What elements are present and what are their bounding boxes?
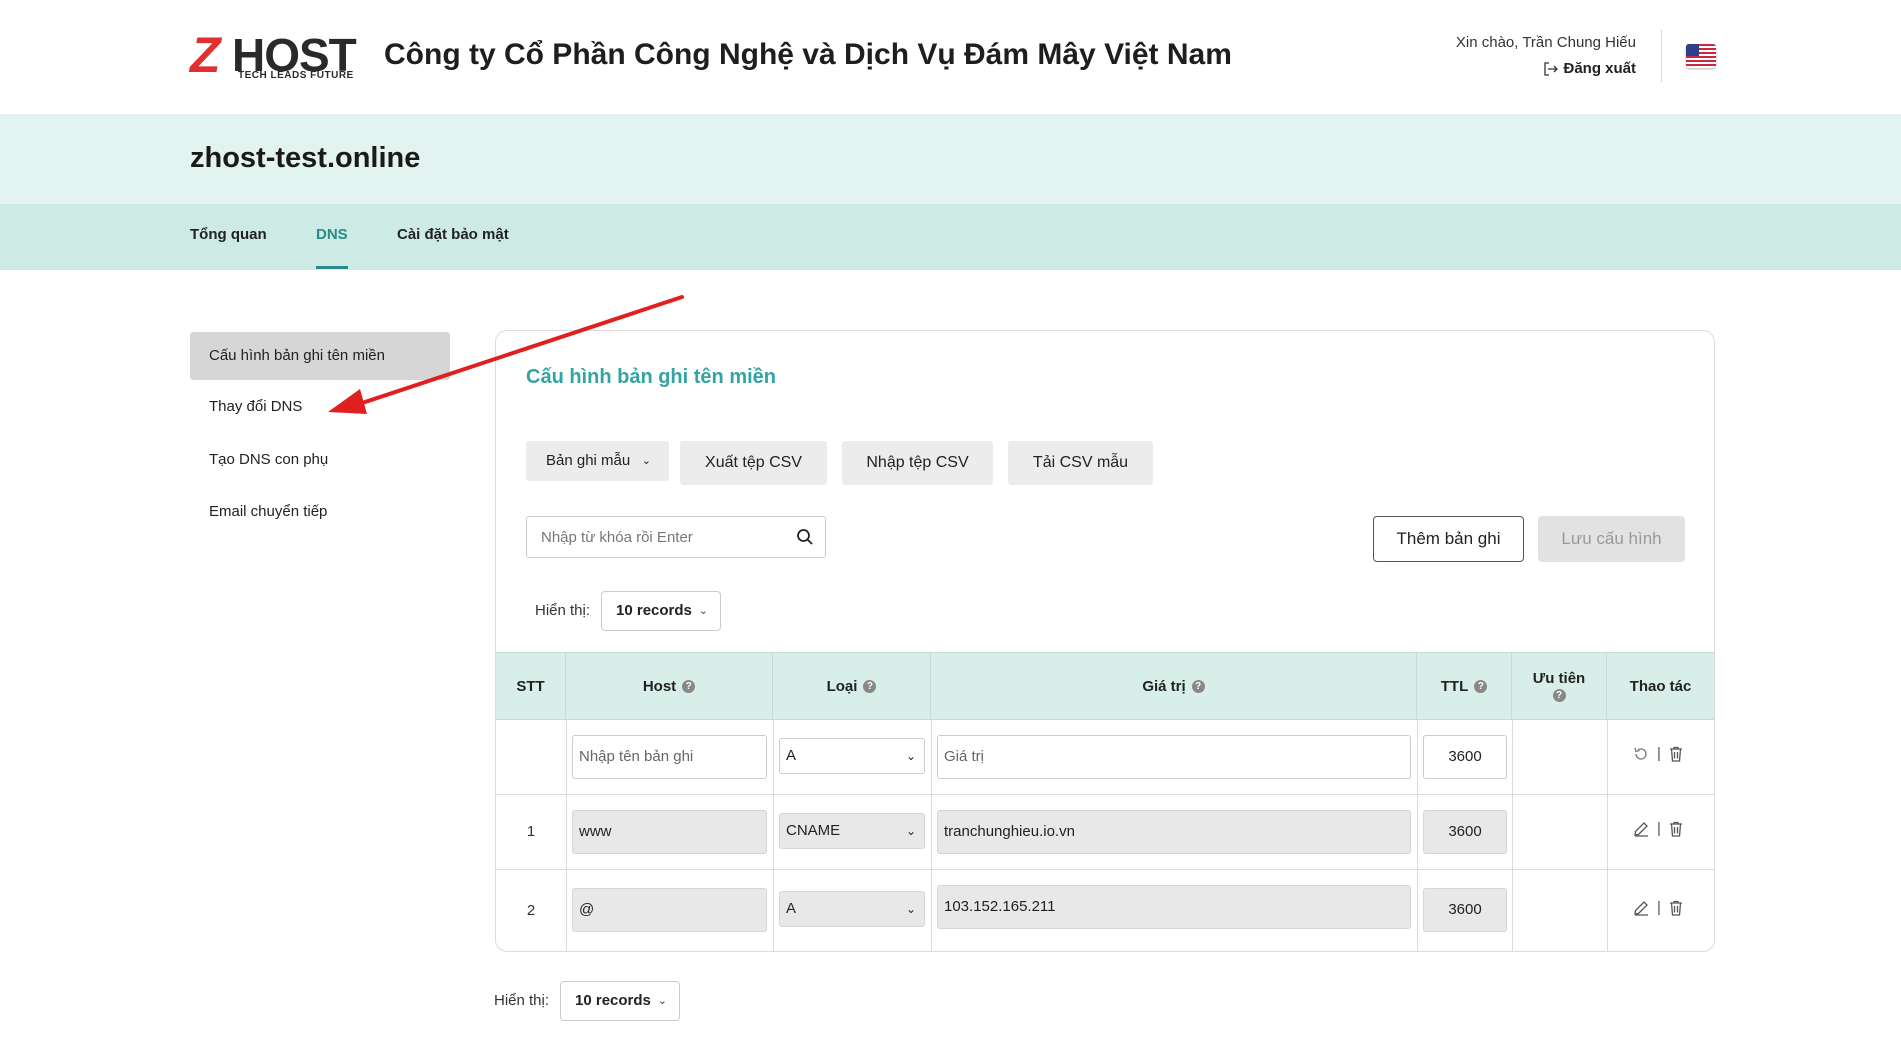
- active-tab-indicator: [316, 266, 348, 269]
- help-icon[interactable]: ?: [1474, 679, 1488, 693]
- chevron-down-icon: ⌄: [657, 995, 667, 1007]
- logout-link[interactable]: Đăng xuất: [1543, 60, 1636, 77]
- logout-icon: [1544, 61, 1559, 76]
- col-stt: STT: [496, 653, 566, 719]
- help-icon[interactable]: ?: [682, 679, 696, 693]
- value-input[interactable]: 103.152.165.211: [937, 885, 1411, 929]
- chevron-down-icon: ⌄: [905, 902, 916, 916]
- col-host: Host?: [566, 653, 773, 719]
- logo-tagline: TECH LEADS FUTURE: [238, 70, 354, 81]
- help-icon[interactable]: ?: [1552, 689, 1566, 702]
- edit-icon[interactable]: [1633, 900, 1649, 916]
- host-input[interactable]: @: [572, 888, 767, 932]
- company-name: Công ty Cổ Phần Công Nghệ và Dịch Vụ Đám…: [384, 38, 1232, 71]
- header-divider: [1661, 30, 1662, 82]
- new-ttl-input[interactable]: 3600: [1423, 735, 1507, 779]
- top-header: Z HOST TECH LEADS FUTURE Công ty Cổ Phần…: [0, 0, 1901, 114]
- new-row-actions: |: [1633, 745, 1683, 762]
- value-input[interactable]: tranchunghieu.io.vn: [937, 810, 1411, 854]
- page-size-value: 10 records: [616, 602, 692, 619]
- host-input[interactable]: www: [572, 810, 767, 854]
- footer-page-size-label: Hiển thị:: [494, 992, 550, 1009]
- save-config-button[interactable]: Lưu cấu hình: [1538, 516, 1685, 562]
- template-record-dropdown[interactable]: Bản ghi mẫu ⌄: [526, 441, 669, 481]
- new-host-input[interactable]: Nhập tên bản ghi: [572, 735, 767, 779]
- trash-icon[interactable]: [1669, 746, 1683, 762]
- type-select[interactable]: A ⌄: [779, 891, 925, 927]
- action-separator: |: [1657, 820, 1661, 837]
- trash-icon[interactable]: [1669, 821, 1683, 837]
- tabs-bar: [0, 204, 1901, 270]
- logout-label: Đăng xuất: [1563, 60, 1636, 77]
- template-record-label: Bản ghi mẫu: [546, 452, 631, 469]
- table-header: STT Host? Loại? Giá trị? TTL? Ưu tiên? T…: [496, 652, 1714, 720]
- logo-mark: Z: [190, 27, 220, 83]
- tab-dns[interactable]: DNS: [316, 226, 348, 243]
- col-actions: Thao tác: [1629, 677, 1692, 695]
- chevron-down-icon: ⌄: [641, 455, 651, 467]
- action-separator: |: [1657, 899, 1661, 916]
- ttl-input[interactable]: 3600: [1423, 810, 1507, 854]
- chevron-down-icon: ⌄: [905, 749, 916, 763]
- search-box: [526, 516, 826, 558]
- page-size-select[interactable]: 10 records ⌄: [601, 591, 721, 631]
- tab-security-settings[interactable]: Cài đặt bảo mật: [397, 226, 509, 243]
- footer-page-size-select[interactable]: 10 records ⌄: [560, 981, 680, 1021]
- sidebar-item-record-config[interactable]: Cấu hình bản ghi tên miền: [190, 332, 450, 380]
- row-stt: 2: [526, 902, 536, 919]
- panel-title: Cấu hình bản ghi tên miền: [526, 366, 776, 388]
- type-select[interactable]: CNAME ⌄: [779, 813, 925, 849]
- user-greeting: Xin chào, Trần Chung Hiếu: [1455, 34, 1636, 51]
- domain-title: zhost-test.online: [190, 142, 421, 174]
- us-flag-icon[interactable]: [1686, 44, 1716, 68]
- add-record-button[interactable]: Thêm bản ghi: [1373, 516, 1524, 562]
- chevron-down-icon: ⌄: [698, 605, 708, 617]
- export-csv-button[interactable]: Xuất tệp CSV: [680, 441, 827, 485]
- sidebar-item-email-forward[interactable]: Email chuyển tiếp: [190, 488, 450, 536]
- new-value-input[interactable]: Giá trị: [937, 735, 1411, 779]
- new-type-select[interactable]: A ⌄: [779, 738, 925, 774]
- edit-icon[interactable]: [1633, 821, 1649, 837]
- sidebar-item-change-dns[interactable]: Thay đổi DNS: [190, 383, 450, 431]
- tab-overview[interactable]: Tổng quan: [190, 226, 267, 243]
- footer-page-size-value: 10 records: [575, 992, 651, 1009]
- col-value: Giá trị?: [931, 653, 1417, 719]
- page-size-label: Hiển thị:: [535, 602, 591, 619]
- ttl-input[interactable]: 3600: [1423, 888, 1507, 932]
- action-separator: |: [1657, 745, 1661, 762]
- download-csv-template-button[interactable]: Tải CSV mẫu: [1008, 441, 1153, 485]
- col-ttl: TTL?: [1417, 653, 1512, 719]
- help-icon[interactable]: ?: [1191, 679, 1205, 693]
- row-actions: |: [1633, 820, 1683, 837]
- sidebar-item-child-dns[interactable]: Tạo DNS con phụ: [190, 436, 450, 484]
- search-icon[interactable]: [795, 527, 815, 547]
- reset-icon[interactable]: [1633, 746, 1649, 762]
- import-csv-button[interactable]: Nhập tệp CSV: [842, 441, 993, 485]
- row-actions: |: [1633, 899, 1683, 916]
- row-stt: 1: [526, 823, 536, 840]
- col-type: Loại?: [773, 653, 931, 719]
- zhost-logo[interactable]: Z HOST TECH LEADS FUTURE: [190, 27, 357, 83]
- col-priority: Ưu tiên?: [1512, 653, 1607, 719]
- chevron-down-icon: ⌄: [905, 824, 916, 838]
- help-icon[interactable]: ?: [863, 679, 877, 693]
- trash-icon[interactable]: [1669, 900, 1683, 916]
- search-input[interactable]: [541, 527, 791, 547]
